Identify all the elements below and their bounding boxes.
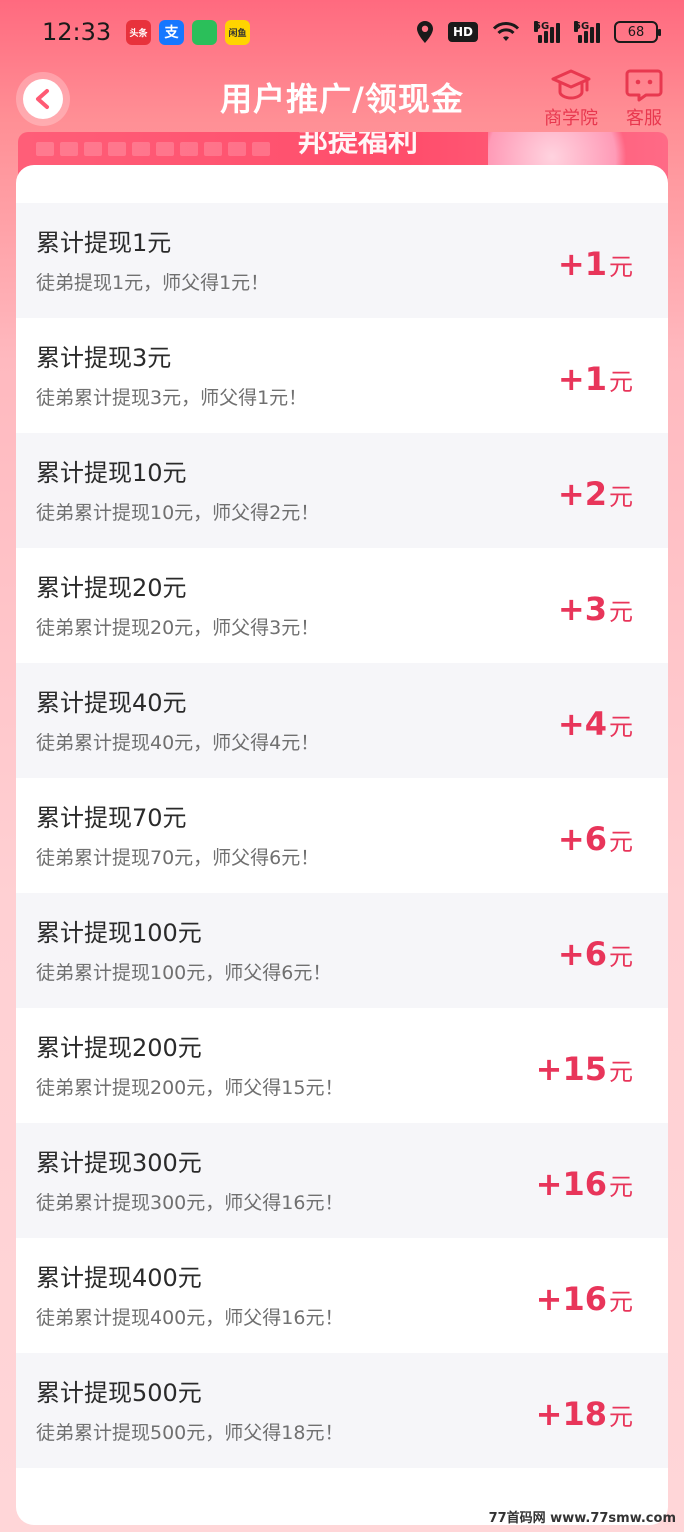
reward-unit: 元 [609, 1403, 633, 1431]
reward-desc: 徒弟累计提现3元，师父得1元！ [36, 387, 308, 409]
wifi-icon [492, 22, 520, 41]
reward-title: 累计提现3元 [36, 344, 172, 372]
toutiao-app-icon: 头条 [126, 19, 151, 45]
reward-value: +16 元 [536, 1165, 633, 1203]
location-icon [416, 21, 433, 43]
notification-icons: 头条 支 闲鱼 [126, 19, 250, 45]
reward-row: 累计提现500元 徒弟累计提现500元，师父得18元！ +18 元 [16, 1353, 668, 1468]
green-app-icon [192, 19, 217, 45]
reward-row: 累计提现300元 徒弟累计提现300元，师父得16元！ +16 元 [16, 1123, 668, 1238]
reward-value: +6 元 [558, 935, 633, 973]
watermark: 77首码网 www.77smw.com [488, 1511, 676, 1526]
reward-title: 累计提现10元 [36, 459, 187, 487]
reward-value: +2 元 [558, 475, 633, 513]
academy-label: 商学院 [544, 108, 598, 129]
reward-amount: +2 [557, 475, 607, 513]
reward-desc: 徒弟累计提现400元，师父得16元！ [36, 1307, 344, 1329]
reward-desc: 徒弟累计提现20元，师父得3元！ [36, 617, 320, 639]
banner-text: 邦提福利 [298, 132, 418, 159]
banner-decoration [36, 142, 270, 156]
graduation-cap-icon [551, 69, 591, 100]
reward-row: 累计提现1元 徒弟提现1元，师父得1元！ +1 元 [16, 203, 668, 318]
reward-amount: +6 [557, 820, 607, 858]
reward-desc: 徒弟累计提现500元，师父得18元！ [36, 1422, 344, 1444]
xianyu-app-icon: 闲鱼 [225, 19, 250, 45]
reward-amount: +16 [535, 1280, 607, 1318]
reward-title: 累计提现500元 [36, 1379, 202, 1407]
reward-unit: 元 [609, 1288, 633, 1316]
reward-amount: +18 [535, 1395, 607, 1433]
reward-unit: 元 [609, 483, 633, 511]
reward-row: 累计提现200元 徒弟累计提现200元，师父得15元！ +15 元 [16, 1008, 668, 1123]
clock: 12:33 [42, 18, 112, 46]
reward-unit: 元 [609, 368, 633, 396]
reward-list: 累计提现1元 徒弟提现1元，师父得1元！ +1 元 累计提现3元 徒弟累计提现3元… [16, 203, 668, 1468]
reward-value: +3 元 [558, 590, 633, 628]
reward-value: +16 元 [536, 1280, 633, 1318]
reward-desc: 徒弟累计提现300元，师父得16元！ [36, 1192, 344, 1214]
reward-desc: 徒弟累计提现70元，师父得6元！ [36, 847, 320, 869]
reward-value: +4 元 [558, 705, 633, 743]
nav-bar: 用户推广/领现金 商学院 客服 [0, 64, 684, 140]
reward-value: +1 元 [558, 360, 633, 398]
reward-unit: 元 [609, 598, 633, 626]
reward-title: 累计提现200元 [36, 1034, 202, 1062]
reward-amount: +4 [557, 705, 607, 743]
reward-value: +6 元 [558, 820, 633, 858]
reward-row: 累计提现3元 徒弟累计提现3元，师父得1元！ +1 元 [16, 318, 668, 433]
reward-unit: 元 [609, 253, 633, 281]
reward-desc: 徒弟提现1元，师父得1元！ [36, 272, 270, 294]
customer-service-button[interactable]: 客服 [624, 68, 664, 130]
reward-row: 累计提现20元 徒弟累计提现20元，师父得3元！ +3 元 [16, 548, 668, 663]
reward-row: 累计提现400元 徒弟累计提现400元，师父得16元！ +16 元 [16, 1238, 668, 1353]
reward-amount: +16 [535, 1165, 607, 1203]
reward-row: 累计提现40元 徒弟累计提现40元，师父得4元！ +4 元 [16, 663, 668, 778]
reward-title: 累计提现1元 [36, 229, 172, 257]
reward-unit: 元 [609, 1173, 633, 1201]
reward-desc: 徒弟累计提现10元，师父得2元！ [36, 502, 320, 524]
reward-title: 累计提现40元 [36, 689, 187, 717]
reward-value: +18 元 [536, 1395, 633, 1433]
service-label: 客服 [626, 108, 662, 129]
reward-amount: +15 [535, 1050, 607, 1088]
reward-title: 累计提现100元 [36, 919, 202, 947]
chat-bubble-icon [625, 69, 663, 102]
signal-5g-2-icon: 5G [574, 21, 600, 43]
reward-title: 累计提现300元 [36, 1149, 202, 1177]
reward-row: 累计提现100元 徒弟累计提现100元，师父得6元！ +6 元 [16, 893, 668, 1008]
status-bar: 12:33 头条 支 闲鱼 HD 5G 5G 68 [0, 0, 684, 64]
reward-unit: 元 [609, 713, 633, 741]
reward-desc: 徒弟累计提现100元，师父得6元！ [36, 962, 332, 984]
reward-desc: 徒弟累计提现40元，师父得4元！ [36, 732, 320, 754]
academy-button[interactable]: 商学院 [544, 68, 598, 130]
reward-value: +15 元 [536, 1050, 633, 1088]
alipay-app-icon: 支 [159, 19, 184, 45]
reward-amount: +1 [557, 245, 607, 283]
reward-amount: +1 [557, 360, 607, 398]
reward-unit: 元 [609, 828, 633, 856]
reward-amount: +6 [557, 935, 607, 973]
reward-title: 累计提现400元 [36, 1264, 202, 1292]
reward-row: 累计提现70元 徒弟累计提现70元，师父得6元！ +6 元 [16, 778, 668, 893]
hd-badge: HD [447, 22, 478, 42]
signal-5g-1-icon: 5G [534, 21, 560, 43]
reward-amount: +3 [557, 590, 607, 628]
reward-title: 累计提现20元 [36, 574, 187, 602]
reward-value: +1 元 [558, 245, 633, 283]
reward-desc: 徒弟累计提现200元，师父得15元！ [36, 1077, 344, 1099]
reward-card: 累计提现1元 徒弟提现1元，师父得1元！ +1 元 累计提现3元 徒弟累计提现3元… [16, 165, 668, 1525]
battery-icon: 68 [614, 21, 661, 43]
reward-row: 累计提现10元 徒弟累计提现10元，师父得2元！ +2 元 [16, 433, 668, 548]
reward-unit: 元 [609, 1058, 633, 1086]
reward-unit: 元 [609, 943, 633, 971]
reward-title: 累计提现70元 [36, 804, 187, 832]
